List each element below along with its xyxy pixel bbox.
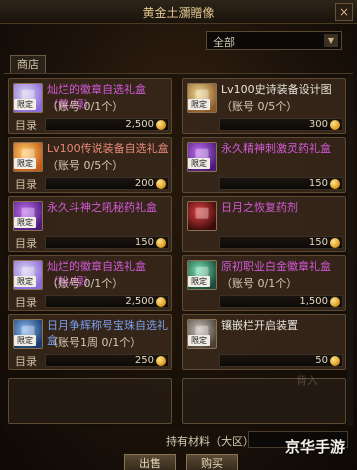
price-bar: 250	[45, 354, 169, 367]
catalog-label[interactable]: 目录	[15, 117, 37, 133]
item-name: 原初职业白金徽章礼盒	[221, 260, 331, 273]
item-price: 150	[308, 237, 328, 248]
coin-icon	[330, 120, 340, 130]
scrollbar[interactable]	[347, 76, 353, 426]
window-title: 黄金土瀰贈像	[142, 6, 215, 20]
limited-tag: 限定	[188, 158, 210, 169]
coin-icon	[156, 179, 166, 189]
item-name: 日月之恢复药剂	[221, 201, 298, 214]
coin-icon	[330, 356, 340, 366]
shop-item-cell[interactable]: 日月之恢复药剂 150	[182, 196, 346, 252]
shop-item-cell[interactable]: 限定 永久斗神之吼秘药礼盒目录 150	[8, 196, 172, 252]
shop-item-cell[interactable]: 限定 Lv100传说装备自选礼盒 （账号 0/5个） 目录 200	[8, 137, 172, 193]
shop-item-cell[interactable]: 限定 原初职业白金徽章礼盒 （账号 0/1个） 1,500	[182, 255, 346, 311]
price-bar: 2,500	[45, 118, 169, 131]
purchase-button[interactable]: 购买	[186, 454, 238, 470]
price-bar: 300	[219, 118, 343, 131]
watermark-text: 背入	[296, 374, 318, 387]
price-bar: 50	[219, 354, 343, 367]
catalog-label[interactable]: 目录	[15, 353, 37, 369]
red-potion-icon[interactable]	[187, 201, 217, 231]
catalog-label[interactable]: 目录	[15, 294, 37, 310]
shop-item-cell[interactable]: 限定 灿烂的徽章自选礼盒（黄/绿） （账号 0/1个） 目录 2,500	[8, 78, 172, 134]
limited-tag: 限定	[14, 217, 36, 228]
limited-tag: 限定	[14, 99, 36, 110]
price-bar: 1,500	[219, 295, 343, 308]
price-bar: 2,500	[45, 295, 169, 308]
price-bar: 150	[219, 177, 343, 190]
coin-icon	[330, 238, 340, 248]
item-name: Lv100史诗装备设计图	[221, 83, 332, 96]
coin-icon	[156, 238, 166, 248]
item-price: 150	[308, 178, 328, 189]
item-price: 300	[308, 119, 328, 130]
price-bar: 150	[219, 236, 343, 249]
shop-item-cell[interactable]: 限定 永久精神刺激灵药礼盒 150	[182, 137, 346, 193]
limited-tag: 限定	[188, 99, 210, 110]
item-name: Lv100传说装备自选礼盒	[47, 142, 169, 155]
item-limit: （账号1周 0/1个）	[47, 336, 142, 349]
limited-tag: 限定	[14, 158, 36, 169]
limited-tag: 限定	[14, 276, 36, 287]
category-selected: 全部	[213, 36, 235, 49]
item-price: 2,500	[125, 119, 154, 130]
coin-icon	[330, 179, 340, 189]
item-price: 50	[315, 355, 328, 366]
item-limit: （账号 0/1个）	[47, 100, 124, 113]
catalog-label[interactable]: 目录	[15, 235, 37, 251]
limited-tag: 限定	[14, 335, 36, 346]
empty-slot	[8, 378, 172, 424]
item-limit: （账号 0/1个）	[47, 277, 124, 290]
shop-item-cell[interactable]: 限定 日月争辉称号宝珠自选礼盒 （账号1周 0/1个） 目录 250	[8, 314, 172, 370]
item-name: 永久精神刺激灵药礼盒	[221, 142, 331, 155]
price-bar: 200	[45, 177, 169, 190]
tab-shop[interactable]: 商店	[10, 55, 46, 73]
item-price: 2,500	[125, 296, 154, 307]
title-bar[interactable]: 黄金土瀰贈像 ×	[0, 0, 357, 24]
item-price: 150	[134, 237, 154, 248]
shop-item-cell[interactable]: 限定 Lv100史诗装备设计图 （账号 0/5个） 300	[182, 78, 346, 134]
item-limit: （账号 0/5个）	[221, 100, 298, 113]
price-bar: 150	[45, 236, 169, 249]
sell-button[interactable]: 出售	[124, 454, 176, 470]
item-limit: （账号 0/5个）	[47, 159, 124, 172]
chevron-down-icon[interactable]: ▼	[324, 34, 338, 47]
shop-window: 黄金土瀰贈像 × 全部 ▼ 商店 限定 灿烂的徽章自选礼盒（黄/绿） （账号 0/1…	[0, 0, 357, 470]
empty-slot	[182, 378, 346, 424]
shop-item-cell[interactable]: 限定 镶嵌栏开启装置 50	[182, 314, 346, 370]
item-price: 250	[134, 355, 154, 366]
brand-logo: 京华手游	[285, 438, 346, 456]
limited-tag: 限定	[188, 276, 210, 287]
coin-icon	[156, 356, 166, 366]
coin-icon	[330, 297, 340, 307]
coin-icon	[156, 120, 166, 130]
material-label: 持有材料（大区）	[166, 435, 254, 448]
shop-item-cell[interactable]: 限定 灿烂的徽章自选礼盒（粉/绿） （账号 0/1个） 目录 2,500	[8, 255, 172, 311]
limited-tag: 限定	[188, 335, 210, 346]
item-name: 镶嵌栏开启装置	[221, 319, 298, 332]
coin-icon	[156, 297, 166, 307]
item-price: 200	[134, 178, 154, 189]
category-dropdown[interactable]: 全部 ▼	[206, 31, 342, 50]
catalog-label[interactable]: 目录	[15, 176, 37, 192]
item-price: 1,500	[299, 296, 328, 307]
close-button[interactable]: ×	[335, 3, 353, 21]
item-name: 永久斗神之吼秘药礼盒	[47, 201, 157, 214]
item-limit: （账号 0/1个）	[221, 277, 298, 290]
